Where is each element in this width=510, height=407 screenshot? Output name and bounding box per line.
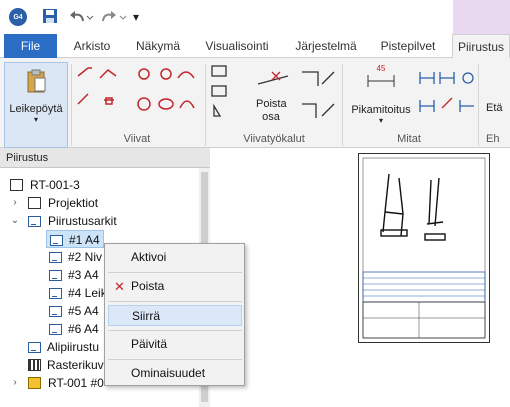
tab-piirustus[interactable]: Piirustus	[452, 34, 510, 59]
menu-item-label: Poista	[131, 279, 165, 293]
drawing-icon	[10, 179, 23, 191]
group-label-mitat: Mitat	[397, 133, 421, 145]
ribbon: Leikepöytä ▾ Viivat Poista osa Viivatyök…	[0, 58, 510, 148]
ribbon-separator	[342, 64, 343, 146]
sheets-icon	[28, 216, 41, 227]
tree-label: #2 Niv	[68, 250, 103, 264]
customize-quick-access-icon[interactable]: ▾	[131, 8, 141, 26]
line-tools-icons[interactable]	[76, 64, 204, 124]
menu-item-siirra[interactable]: Siirrä	[108, 305, 242, 326]
tree-label: RT-001 #0	[48, 376, 104, 390]
menu-separator	[108, 330, 242, 331]
pikamitoitus-button[interactable]: 45 Pikamitoitus ▾	[348, 62, 414, 128]
menu-item-paivita[interactable]: Päivitä	[108, 334, 242, 355]
menu-item-ominaisuudet[interactable]: Ominaisuudet	[108, 363, 242, 384]
raster-icon	[28, 359, 41, 371]
menu-separator	[108, 301, 242, 302]
app-logo[interactable]: G4	[9, 8, 27, 26]
tab-nakyma[interactable]: Näkymä	[128, 34, 188, 58]
tree-label: Alipiirustu	[47, 340, 100, 354]
menu-item-poista[interactable]: ✕ Poista	[108, 276, 242, 297]
poista-osa-label-2: osa	[262, 111, 280, 123]
tab-visualisointi[interactable]: Visualisointi	[196, 34, 278, 58]
leikepoyta-button[interactable]: Leikepöytä ▾	[4, 62, 68, 148]
tree-item-sheet-1[interactable]: #1 A4	[46, 230, 104, 248]
tab-pistepilvet[interactable]: Pistepilvet	[370, 34, 446, 58]
pikamitoitus-label: Pikamitoitus	[351, 104, 411, 116]
dropdown-arrow-icon: ▾	[378, 116, 383, 125]
ribbon-separator	[205, 64, 206, 146]
sheet-icon	[49, 270, 62, 281]
menu-separator	[108, 359, 242, 360]
tree-label: #1 A4	[69, 233, 100, 247]
tree-label: #3 A4	[68, 268, 99, 282]
eta-button[interactable]: Etä	[486, 102, 503, 114]
poista-osa-label-1: Poista	[256, 98, 287, 110]
undo-icon[interactable]	[66, 8, 94, 26]
sheet-drawing	[362, 157, 486, 339]
menu-item-aktivoi[interactable]: Aktivoi	[108, 247, 242, 268]
chevron-down-icon[interactable]: ⌄	[10, 212, 20, 230]
sheet-icon	[50, 235, 63, 246]
sheet-icon	[49, 306, 62, 317]
tree-label: Rasterikuv	[47, 358, 104, 372]
dimension-icon	[367, 75, 395, 87]
chevron-right-icon[interactable]: ›	[10, 374, 20, 392]
tab-file[interactable]: File	[4, 34, 57, 58]
ribbon-tabs: File Arkisto Näkymä Visualisointi Järjes…	[0, 34, 510, 59]
chevron-right-icon[interactable]: ›	[10, 194, 20, 212]
clipboard-icon	[26, 69, 46, 93]
save-icon[interactable]	[42, 8, 58, 24]
tree-label: #6 A4	[68, 322, 99, 336]
sheet-icon	[49, 324, 62, 335]
group-label-eh: Eh	[486, 133, 500, 145]
sheet-icon	[49, 252, 62, 263]
dimension-value: 45	[376, 64, 386, 73]
redo-icon[interactable]	[100, 8, 128, 26]
drawing-sheet-preview	[358, 153, 490, 343]
tree-label: Piirustusarkit	[48, 214, 117, 228]
model-icon	[28, 377, 41, 389]
tree-label: #5 A4	[68, 304, 99, 318]
sheet-icon	[49, 288, 62, 299]
group-label-viivatyokalut: Viivatyökalut	[243, 133, 305, 145]
title-accent	[453, 0, 510, 34]
poista-osa-button[interactable]: Poista osa	[256, 98, 287, 124]
tree-label: #4 Leik	[68, 286, 107, 300]
dropdown-arrow-icon: ▾	[33, 115, 38, 124]
tree-label: Projektiot	[48, 196, 99, 210]
dimension-tools-icons[interactable]	[418, 68, 478, 118]
ribbon-separator	[478, 64, 479, 146]
projection-icon	[28, 197, 41, 209]
title-bar: G4 ▾	[0, 0, 510, 34]
context-menu: Aktivoi ✕ Poista Siirrä Päivitä Ominaisu…	[104, 243, 245, 386]
leikepoyta-label: Leikepöytä	[9, 103, 63, 115]
panel-title: Piirustus	[0, 148, 210, 168]
menu-separator	[108, 272, 242, 273]
tab-arkisto[interactable]: Arkisto	[62, 34, 122, 58]
tab-jarjestelma[interactable]: Järjestelmä	[287, 34, 365, 58]
group-label-viivat: Viivat	[123, 133, 151, 145]
tree-label: RT-001-3	[30, 178, 80, 192]
subdrawing-icon	[28, 342, 41, 353]
delete-icon: ✕	[114, 279, 125, 294]
